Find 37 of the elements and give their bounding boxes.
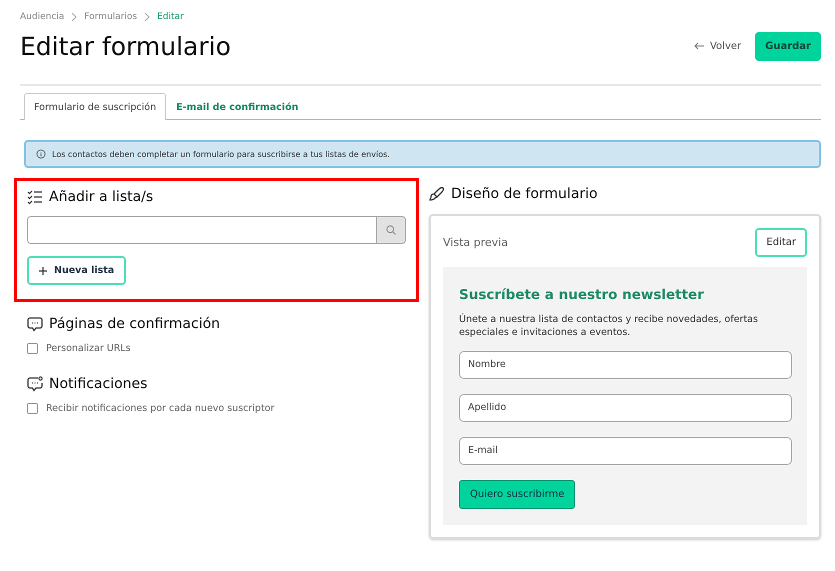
tab[interactable]: Formulario de suscripción bbox=[24, 93, 166, 120]
chevron-icon bbox=[144, 13, 150, 21]
info-icon bbox=[36, 149, 46, 159]
chat-bubble-icon bbox=[27, 316, 43, 332]
checkbox[interactable] bbox=[27, 403, 38, 414]
input-field[interactable]: E-mail bbox=[459, 436, 792, 465]
chevron-icon bbox=[71, 13, 78, 21]
subscribe-button[interactable]: Quiero suscribirme bbox=[459, 480, 576, 509]
tab[interactable]: E-mail de confirmación bbox=[166, 93, 308, 120]
brush-icon bbox=[429, 186, 445, 202]
input-field[interactable]: Apellido bbox=[459, 394, 792, 422]
save-button[interactable]: Guardar bbox=[755, 32, 821, 60]
preview-heading: Suscríbete a nuestro newsletter bbox=[459, 287, 705, 303]
search-icon bbox=[385, 224, 397, 236]
breadcrumb-link[interactable]: Audiencia bbox=[20, 12, 64, 22]
breadcrumb-link[interactable]: Formularios bbox=[84, 12, 138, 22]
new-list-button[interactable]: Nueva lista bbox=[27, 256, 126, 285]
info-text: Los contactos deben completar un formulario para suscribirse a tus listas de envíos. bbox=[52, 150, 390, 158]
checkbox[interactable] bbox=[27, 343, 38, 354]
search-button[interactable] bbox=[376, 216, 406, 244]
plus-icon bbox=[39, 266, 47, 274]
preview-text: Únete a nuestra lista de contactos y recibe novedades, ofertas especiales e invitaciones a eventos. bbox=[459, 313, 759, 340]
page-title: Editar formulario bbox=[20, 32, 231, 60]
checklist-icon bbox=[27, 189, 43, 205]
section-title: Notificaciones bbox=[49, 376, 148, 392]
checkbox-label: Recibir notificaciones por cada nuevo suscriptor bbox=[46, 403, 274, 414]
edit-button[interactable]: Editar bbox=[755, 228, 807, 257]
chat-bubble-icon bbox=[27, 376, 43, 392]
preview-label: Vista previa bbox=[443, 236, 508, 249]
input-field[interactable]: Nombre bbox=[459, 350, 792, 379]
back-button[interactable]: Volver bbox=[694, 40, 742, 52]
section-title: Páginas de confirmación bbox=[49, 316, 220, 332]
arrow-left-icon bbox=[694, 42, 704, 50]
section-title: Añadir a lista/s bbox=[49, 189, 154, 205]
section-title: Diseño de formulario bbox=[451, 186, 598, 202]
search-field[interactable] bbox=[27, 216, 376, 244]
checkbox-label: Personalizar URLs bbox=[46, 343, 131, 354]
